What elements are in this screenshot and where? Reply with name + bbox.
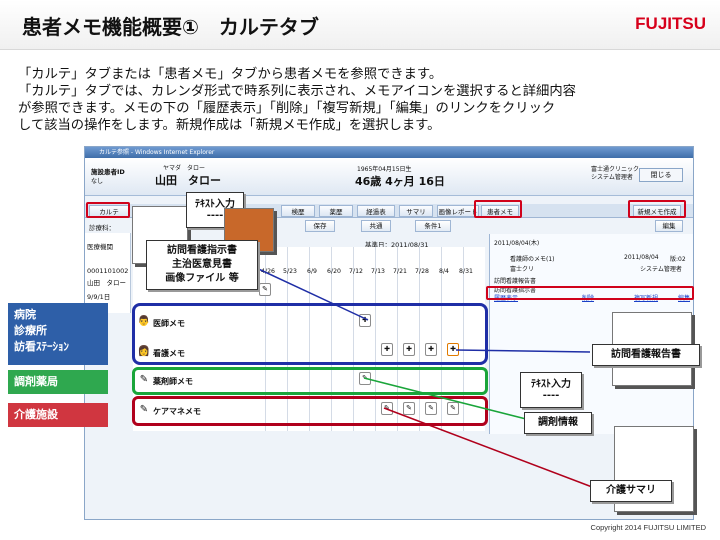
nursing-report-callout: 訪問看護報告書 — [592, 344, 700, 366]
dash-placeholder: ---- — [542, 390, 560, 401]
category-hospital-line: 診療所 — [14, 324, 47, 337]
attachment-item: 訪問看護指示書 — [167, 245, 237, 256]
copyright: Copyright 2014 FUJITSU LIMITED — [590, 523, 706, 532]
category-hospital-line: 病院 — [14, 308, 36, 321]
category-hospital-line: 訪看ｽﾃｰｼｮﾝ — [14, 340, 69, 353]
connector-line — [455, 349, 591, 353]
connector-lines — [249, 264, 601, 491]
attachments-callout: 訪問看護指示書 主治医意見書 画像ファイル 等 — [146, 240, 258, 290]
attachment-item: 画像ファイル 等 — [165, 273, 239, 284]
pharmacy-text-callout: ﾃｷｽﾄ入力 ---- — [520, 372, 582, 408]
care-summary-callout: 介護サマリ — [590, 480, 672, 502]
text-input-label: ﾃｷｽﾄ入力 — [531, 379, 571, 390]
attachment-item: 主治医意見書 — [172, 259, 232, 270]
category-care: 介護施設 — [8, 403, 108, 427]
connector-line — [363, 377, 531, 421]
pharmacy-info-callout: 調剤情報 — [524, 412, 592, 434]
category-hospital: 病院診療所訪看ｽﾃｰｼｮﾝ — [8, 303, 108, 365]
category-pharmacy: 調剤薬局 — [8, 370, 108, 394]
connector-line — [249, 264, 369, 321]
